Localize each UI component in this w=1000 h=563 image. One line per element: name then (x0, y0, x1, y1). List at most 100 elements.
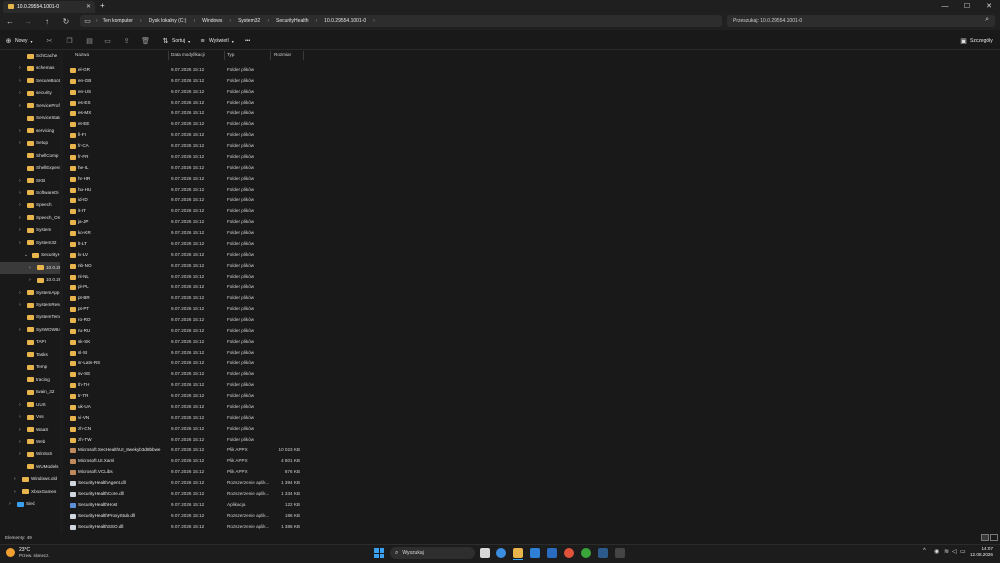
table-row[interactable]: id-ID 9.07.2026 15:12 Folder plików (67, 195, 367, 206)
cut-icon[interactable]: ✂ (46, 36, 53, 46)
sidebar-item[interactable]: › SystemReso (0, 299, 60, 311)
column-date[interactable]: Data modyfikacji (171, 52, 205, 57)
table-row[interactable]: es-MX 9.07.2026 15:12 Folder plików (67, 108, 367, 119)
steam-icon[interactable] (598, 548, 608, 558)
sidebar-item[interactable]: › 10.0.296 (0, 274, 60, 286)
table-row[interactable]: zh-TW 9.07.2026 15:12 Folder plików (67, 435, 367, 446)
table-row[interactable]: Microsoft.VCLibs 9.07.2026 15:12 Plik APPX… (67, 467, 367, 478)
back-icon[interactable]: ← (4, 15, 16, 27)
table-row[interactable]: sl-SI 9.07.2026 15:12 Folder plików (67, 348, 367, 359)
table-row[interactable]: nb-NO 9.07.2026 15:12 Folder plików (67, 261, 367, 272)
table-row[interactable]: et-EE 9.07.2026 15:12 Folder plików (67, 119, 367, 130)
sidebar-item[interactable]: › Web (0, 436, 60, 448)
chevron-right-icon[interactable]: › (19, 327, 21, 333)
column-type[interactable]: Typ (227, 52, 234, 57)
sidebar-item[interactable]: › schemas (0, 62, 60, 74)
sidebar-item[interactable]: › SecureBoot (0, 75, 60, 87)
chevron-right-icon[interactable]: › (19, 103, 21, 109)
minimize-button[interactable]: — (934, 0, 956, 12)
sidebar-item[interactable]: WUModels (0, 461, 60, 473)
sidebar-item[interactable]: › System (0, 224, 60, 236)
copilot-icon[interactable] (496, 548, 506, 558)
start-button[interactable] (374, 548, 384, 558)
table-row[interactable]: ro-RO 9.07.2026 15:12 Folder plików (67, 315, 367, 326)
wifi-icon[interactable]: ≋ (944, 548, 949, 555)
more-button[interactable]: ••• (245, 36, 250, 46)
view-button[interactable]: ≡ Wyświetl ▾ (199, 36, 233, 46)
chevron-right-icon[interactable]: › (14, 476, 16, 482)
navigation-pane-scrollbar[interactable] (60, 50, 63, 532)
breadcrumb-item[interactable]: System32 (238, 18, 260, 24)
chevron-right-icon[interactable]: › (19, 65, 21, 71)
clock[interactable]: 14:07 12.08.2026 (970, 546, 993, 558)
sidebar-item[interactable]: twain_32 (0, 386, 60, 398)
chevron-right-icon[interactable]: › (19, 202, 21, 208)
chevron-right-icon[interactable]: › (19, 140, 21, 146)
sidebar-item[interactable]: ShellComp (0, 150, 60, 162)
new-tab-button[interactable]: + (100, 1, 105, 10)
delete-icon[interactable]: 🗑 (141, 36, 150, 46)
sidebar-item[interactable]: ShellExpere (0, 162, 60, 174)
table-row[interactable]: sr-Latn-RS 9.07.2026 15:12 Folder plików (67, 358, 367, 369)
file-list[interactable]: el-GR 9.07.2026 15:12 Folder plików en-GB 9.… (67, 60, 997, 536)
chevron-right-icon[interactable]: › (19, 302, 21, 308)
table-row[interactable]: SecurityHealthAgent.dll 9.07.2026 15:12 Ro… (67, 478, 367, 489)
sort-button[interactable]: ⇅ Sortuj ▾ (162, 36, 191, 46)
table-row[interactable]: nl-NL 9.07.2026 15:12 Folder plików (67, 272, 367, 283)
sidebar-item[interactable]: › SysWOW64 (0, 324, 60, 336)
chevron-up-icon[interactable]: ^ (923, 548, 926, 554)
table-row[interactable]: vi-VN 9.07.2026 15:12 Folder plików (67, 413, 367, 424)
breadcrumb-item[interactable]: Dysk lokalny (C:) (149, 18, 187, 24)
mail-icon[interactable] (547, 548, 557, 558)
breadcrumb-item[interactable]: Windows (202, 18, 222, 24)
navigation-pane[interactable]: SchCache › schemas › SecureBoot › security › Ser… (0, 50, 60, 532)
file-explorer-icon[interactable] (513, 548, 523, 558)
close-tab-icon[interactable]: ✕ (86, 3, 91, 10)
chevron-right-icon[interactable]: › (9, 501, 11, 507)
sidebar-item[interactable]: › Speech (0, 199, 60, 211)
table-row[interactable]: pl-PL 9.07.2026 15:12 Folder plików (67, 282, 367, 293)
chevron-right-icon[interactable]: › (19, 427, 21, 433)
chevron-right-icon[interactable]: › (19, 402, 21, 408)
table-row[interactable]: Microsoft.UI.Xaml 9.07.2026 15:12 Plik APP… (67, 456, 367, 467)
chevron-right-icon[interactable]: › (29, 277, 31, 283)
app-tray-icon[interactable]: ◉ (934, 548, 939, 555)
terminal-icon[interactable] (615, 548, 625, 558)
sidebar-item[interactable]: › XboxGames (0, 486, 60, 498)
chevron-right-icon[interactable]: › (19, 240, 21, 246)
sidebar-item[interactable]: › Setup (0, 137, 60, 149)
sidebar-item[interactable]: › System32 (0, 237, 60, 249)
table-row[interactable]: SecurityHealthSSO.dll 9.07.2026 15:12 Rozs… (67, 522, 367, 533)
xbox-icon[interactable] (581, 548, 591, 558)
column-name[interactable]: Nazwa (75, 52, 89, 57)
chevron-right-icon[interactable]: › (14, 489, 16, 495)
table-row[interactable]: pt-BR 9.07.2026 15:12 Folder plików (67, 293, 367, 304)
sidebar-item[interactable]: Tasks (0, 349, 60, 361)
close-window-button[interactable]: ✕ (978, 0, 1000, 12)
tab-current[interactable]: 10.0.29554.1001-0 ✕ (3, 1, 95, 13)
table-row[interactable]: Microsoft.SecHealthUI_8wekyb3d8bbwe 9.07.… (67, 445, 367, 456)
sidebar-item[interactable]: › ServiceProf (0, 100, 60, 112)
paste-icon[interactable]: ▤ (86, 36, 93, 46)
sidebar-item[interactable]: SystemTem (0, 311, 60, 323)
chevron-right-icon[interactable]: › (19, 227, 21, 233)
table-row[interactable]: fr-CA 9.07.2026 15:12 Folder plików (67, 141, 367, 152)
chevron-right-icon[interactable]: › (19, 90, 21, 96)
table-row[interactable]: en-US 9.07.2026 15:12 Folder plików (67, 87, 367, 98)
sidebar-item[interactable]: › security (0, 87, 60, 99)
sidebar-item[interactable]: Temp (0, 361, 60, 373)
table-row[interactable]: he-IL 9.07.2026 15:12 Folder plików (67, 163, 367, 174)
sidebar-item[interactable]: › 10.0.295 (0, 261, 60, 274)
search-input[interactable]: Przeszukaj: 10.0.29554.1001-0 ⌕ (727, 15, 995, 27)
table-row[interactable]: it-IT 9.07.2026 15:12 Folder plików (67, 206, 367, 217)
sidebar-item[interactable]: tracing (0, 374, 60, 386)
table-row[interactable]: sv-SE 9.07.2026 15:12 Folder plików (67, 369, 367, 380)
chevron-right-icon[interactable]: › (19, 451, 21, 457)
table-row[interactable]: sk-SK 9.07.2026 15:12 Folder plików (67, 337, 367, 348)
rename-icon[interactable]: ▭ (104, 36, 111, 46)
share-icon[interactable]: ⇪ (123, 36, 130, 46)
chevron-right-icon[interactable]: › (19, 190, 21, 196)
table-row[interactable]: fi-FI 9.07.2026 15:12 Folder plików (67, 130, 367, 141)
tiles-view-icon[interactable] (990, 534, 998, 541)
chevron-right-icon[interactable]: › (19, 78, 21, 84)
